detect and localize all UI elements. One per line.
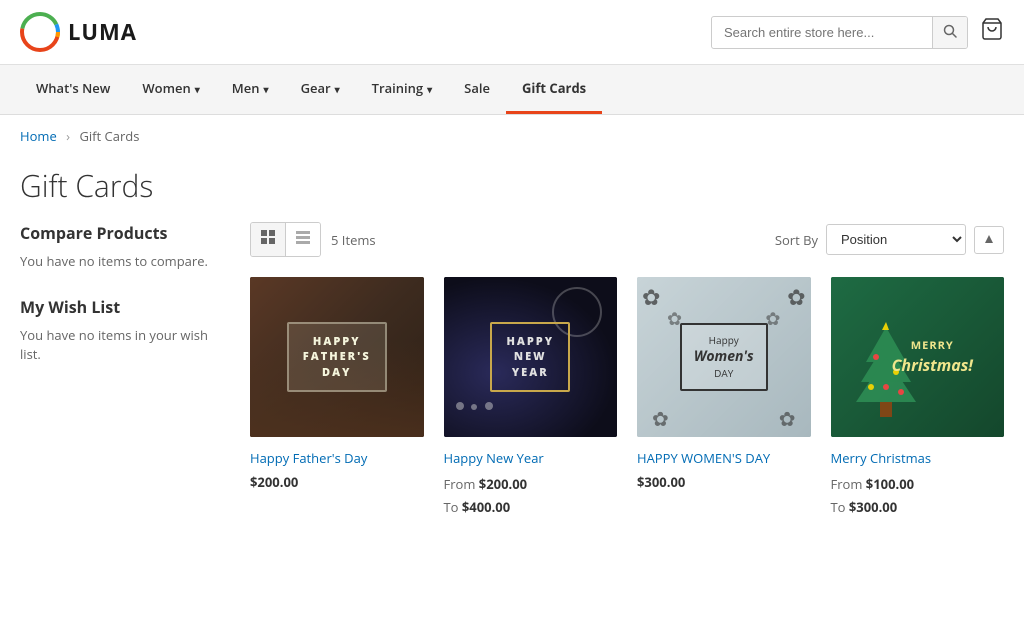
breadcrumb-home-link[interactable]: Home (20, 127, 57, 145)
page-layout: Compare Products You have no items to co… (0, 222, 1024, 550)
sort-select[interactable]: Position Product Name Price (826, 224, 966, 255)
product-image[interactable]: HAPPY FATHER'S DAY (250, 277, 424, 437)
main-nav: What's New Women▾ Men▾ Gear▾ Training▾ S… (0, 65, 1024, 115)
product-card: HAPPY FATHER'S DAY Happy Father's Day $2… (250, 277, 424, 520)
product-card: ✿ ✿ ✿ ✿ ✿ ✿ Happy Women's DAY HAPPY WOME… (637, 277, 811, 520)
cart-icon (980, 17, 1004, 41)
sort-label: Sort By (775, 231, 818, 249)
search-icon (943, 24, 957, 38)
logo-text: LUMA (68, 17, 137, 47)
header-right (711, 16, 1004, 49)
toolbar: 5 Items Sort By Position Product Name Pr… (250, 222, 1004, 257)
page-title: Gift Cards (20, 165, 1004, 206)
wishlist-section: My Wish List You have no items in your w… (20, 296, 220, 365)
product-price: $300.00 (637, 473, 811, 491)
cart-button[interactable] (980, 17, 1004, 48)
logo-icon (20, 12, 60, 52)
nav-item-sale: Sale (448, 65, 506, 114)
list-view-button[interactable] (286, 223, 320, 256)
product-image[interactable]: HAPPY NEW YEAR (444, 277, 618, 437)
grid-icon (260, 229, 276, 245)
product-name-link[interactable]: Happy New Year (444, 449, 618, 467)
nav-item-whats-new: What's New (20, 65, 126, 114)
main-content: 5 Items Sort By Position Product Name Pr… (250, 222, 1004, 520)
nav-item-men: Men▾ (216, 65, 285, 114)
breadcrumb-current: Gift Cards (79, 127, 139, 145)
sidebar: Compare Products You have no items to co… (20, 222, 220, 520)
compare-products-section: Compare Products You have no items to co… (20, 222, 220, 272)
product-price: $200.00 (250, 473, 424, 491)
toolbar-left: 5 Items (250, 222, 376, 257)
product-image[interactable]: ✿ ✿ ✿ ✿ ✿ ✿ Happy Women's DAY (637, 277, 811, 437)
nav-link-men[interactable]: Men▾ (216, 65, 285, 111)
nav-list: What's New Women▾ Men▾ Gear▾ Training▾ S… (0, 65, 1024, 114)
nav-link-women[interactable]: Women▾ (126, 65, 215, 111)
sort-asc-icon (983, 233, 995, 245)
chevron-down-icon: ▾ (264, 82, 269, 96)
nav-link-sale[interactable]: Sale (448, 65, 506, 111)
search-box (711, 16, 968, 49)
breadcrumb: Home › Gift Cards (0, 115, 1024, 157)
nav-item-gift-cards: Gift Cards (506, 65, 602, 114)
search-input[interactable] (712, 18, 932, 47)
site-header: LUMA (0, 0, 1024, 65)
list-icon (295, 229, 311, 245)
wishlist-title: My Wish List (20, 296, 220, 318)
chevron-down-icon: ▾ (427, 82, 432, 96)
nav-link-gear[interactable]: Gear▾ (285, 65, 356, 111)
product-price: From $200.00 To $400.00 (444, 473, 618, 520)
nav-link-whats-new[interactable]: What's New (20, 65, 126, 111)
compare-products-title: Compare Products (20, 222, 220, 244)
compare-products-empty: You have no items to compare. (20, 252, 220, 272)
product-name-link[interactable]: HAPPY WOMEN'S DAY (637, 449, 811, 467)
chevron-down-icon: ▾ (335, 82, 340, 96)
logo-link[interactable]: LUMA (20, 12, 137, 52)
toolbar-right: Sort By Position Product Name Price (775, 224, 1004, 255)
nav-item-training: Training▾ (356, 65, 449, 114)
product-name-link[interactable]: Merry Christmas (831, 449, 1005, 467)
nav-link-training[interactable]: Training▾ (356, 65, 449, 111)
view-toggle (250, 222, 321, 257)
items-count: 5 Items (331, 231, 376, 249)
search-button[interactable] (932, 17, 967, 48)
product-card: MERRY Christmas! Merry Christmas From $1… (831, 277, 1005, 520)
wishlist-empty: You have no items in your wish list. (20, 326, 220, 365)
product-price: From $100.00 To $300.00 (831, 473, 1005, 520)
product-image[interactable]: MERRY Christmas! (831, 277, 1005, 437)
nav-item-women: Women▾ (126, 65, 215, 114)
nav-link-gift-cards[interactable]: Gift Cards (506, 65, 602, 114)
nav-item-gear: Gear▾ (285, 65, 356, 114)
grid-view-button[interactable] (251, 223, 286, 256)
chevron-down-icon: ▾ (195, 82, 200, 96)
products-grid: HAPPY FATHER'S DAY Happy Father's Day $2… (250, 277, 1004, 520)
sort-direction-button[interactable] (974, 226, 1004, 254)
product-card: HAPPY NEW YEAR Happy New Year From $200.… (444, 277, 618, 520)
breadcrumb-separator: › (66, 127, 70, 145)
product-name-link[interactable]: Happy Father's Day (250, 449, 424, 467)
